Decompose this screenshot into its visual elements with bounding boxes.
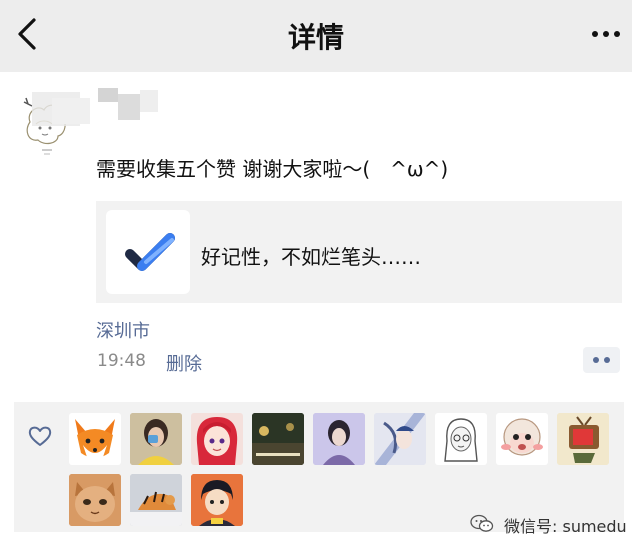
menu-dot-icon bbox=[604, 357, 610, 363]
shared-link-card[interactable]: 好记性，不如烂笔头…… bbox=[96, 201, 622, 303]
post-time: 19:48 bbox=[97, 351, 146, 371]
liker-avatar-anime-red-hair[interactable] bbox=[191, 413, 243, 465]
heart-outline-icon bbox=[28, 426, 52, 446]
location-link[interactable]: 深圳市 bbox=[96, 317, 150, 343]
liker-avatar-dark-street[interactable] bbox=[252, 413, 304, 465]
link-card-title: 好记性，不如烂笔头…… bbox=[201, 245, 421, 269]
liker-avatar-fox[interactable] bbox=[69, 413, 121, 465]
more-icon[interactable] bbox=[590, 22, 622, 46]
menu-dot-icon bbox=[593, 357, 599, 363]
delete-button[interactable]: 删除 bbox=[166, 350, 202, 376]
liker-avatar-tiger[interactable] bbox=[130, 474, 182, 526]
wechat-icon bbox=[470, 514, 494, 532]
liker-avatar-purple-portrait[interactable] bbox=[313, 413, 365, 465]
watermark-text: 微信号: sumedu bbox=[504, 517, 627, 536]
liker-avatar-anime-sword[interactable] bbox=[374, 413, 426, 465]
liker-avatar-cartoon-sheep[interactable] bbox=[496, 413, 548, 465]
post-text: 需要收集五个赞 谢谢大家啦～( ^ω^) bbox=[96, 157, 449, 181]
liker-avatar-anime-boy[interactable] bbox=[191, 474, 243, 526]
liker-avatar-cat[interactable] bbox=[69, 474, 121, 526]
username-blurred[interactable] bbox=[32, 88, 162, 126]
checkmark-app-icon bbox=[125, 233, 175, 271]
liker-avatar-photo-girl[interactable] bbox=[130, 413, 182, 465]
comment-like-menu-button[interactable] bbox=[583, 347, 620, 373]
liker-avatar-sketch-girl[interactable] bbox=[435, 413, 487, 465]
nav-bar: 详情 bbox=[0, 0, 632, 72]
liker-avatar-tv-head[interactable] bbox=[557, 413, 609, 465]
page-title: 详情 bbox=[287, 21, 344, 54]
link-thumbnail bbox=[106, 210, 190, 294]
